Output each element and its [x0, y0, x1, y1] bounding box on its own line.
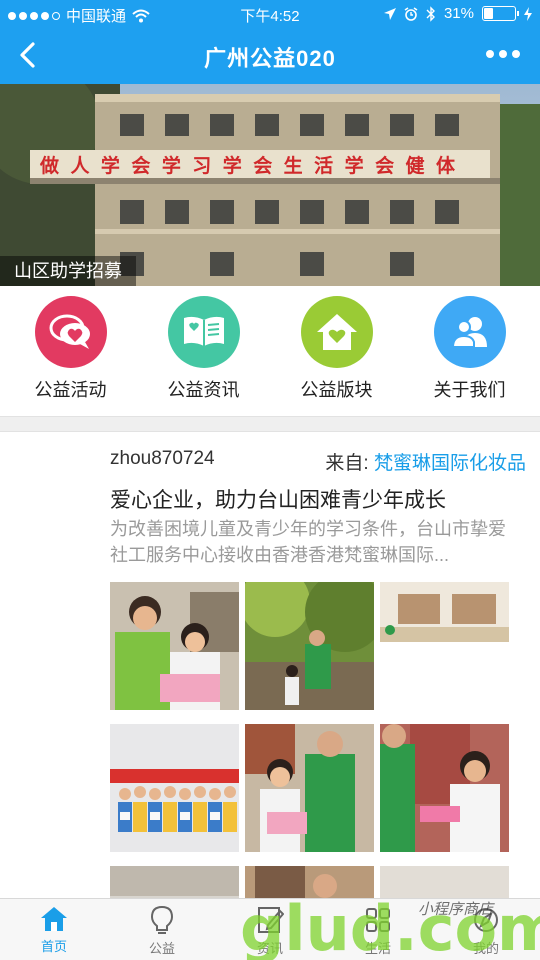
menu-label: 关于我们	[433, 380, 506, 400]
tab-charity[interactable]: 公益	[108, 899, 216, 960]
tab-bar: 首页 公益 资讯 生活 我的	[0, 898, 540, 960]
post-card[interactable]: zhou870724 来自: 梵蜜琳国际化妆品 爱心企业，助力台山困难青少年成长…	[0, 432, 540, 898]
tab-mine[interactable]: 我的	[432, 899, 540, 960]
quick-menu: 公益活动 公益资讯 公益版块 关于我们	[0, 286, 540, 416]
tab-label: 生活	[364, 941, 391, 956]
section-divider	[0, 416, 540, 432]
post-source: 来自: 梵蜜琳国际化妆品	[325, 448, 526, 475]
battery-icon	[482, 6, 519, 21]
charging-icon	[524, 6, 532, 21]
menu-label: 公益资讯	[167, 380, 240, 400]
post-photo[interactable]	[380, 866, 509, 898]
bluetooth-icon	[426, 5, 435, 22]
tab-news[interactable]: 资讯	[216, 899, 324, 960]
lightbulb-icon	[150, 905, 174, 934]
home-icon	[41, 907, 67, 931]
status-bar: 中国联通 下午4:52 31%	[0, 0, 540, 28]
status-right: 31%	[383, 5, 532, 22]
compass-icon	[474, 908, 498, 932]
page-title: 广州公益020	[204, 46, 336, 71]
post-photo[interactable]	[245, 866, 374, 898]
menu-label: 公益活动	[34, 380, 107, 400]
post-photo[interactable]	[110, 866, 239, 898]
post-photo[interactable]	[245, 724, 374, 852]
menu-charity-activities[interactable]: 公益活动	[11, 286, 131, 416]
banner-caption: 山区助学招募	[0, 256, 136, 286]
grid-icon	[366, 908, 390, 932]
banner-carousel[interactable]: 做人学会学习学会生活学会健体 山区助学招募	[0, 84, 540, 286]
tab-label: 首页	[40, 939, 67, 954]
tab-life[interactable]: 生活	[324, 899, 432, 960]
open-book-icon	[167, 296, 240, 368]
edit-note-icon	[258, 907, 284, 933]
post-username[interactable]: zhou870724	[110, 448, 215, 470]
post-meta: zhou870724 来自: 梵蜜琳国际化妆品	[110, 448, 526, 474]
users-icon	[433, 296, 506, 368]
source-prefix: 来自:	[325, 453, 369, 474]
post-photo[interactable]	[110, 582, 239, 710]
tab-label: 资讯	[256, 941, 283, 956]
more-dots-icon[interactable]	[486, 50, 520, 58]
menu-label: 公益版块	[300, 380, 373, 400]
house-heart-icon	[300, 296, 373, 368]
source-link[interactable]: 梵蜜琳国际化妆品	[374, 453, 526, 474]
menu-about-us[interactable]: 关于我们	[410, 286, 530, 416]
post-photo[interactable]	[380, 724, 509, 852]
tab-label: 公益	[148, 941, 175, 956]
menu-charity-news[interactable]: 公益资讯	[144, 286, 264, 416]
post-title[interactable]: 爱心企业，助力台山困难青少年成长	[110, 484, 446, 514]
heart-chat-icon	[34, 296, 107, 368]
nav-bar: 广州公益020	[0, 28, 540, 84]
post-photo[interactable]	[245, 582, 374, 710]
battery-fill	[484, 8, 493, 19]
post-description: 为改善困境儿童及青少年的学习条件，台山市挚爱社工服务中心接收由香港香港梵蜜琳国际…	[110, 519, 506, 565]
tab-home[interactable]: 首页	[0, 899, 108, 960]
alarm-icon	[404, 6, 418, 21]
top-bar: 中国联通 下午4:52 31% 广州公益020	[0, 0, 540, 84]
tab-label: 我的	[472, 941, 499, 956]
battery-percent: 31%	[443, 5, 474, 22]
location-arrow-icon	[383, 7, 396, 20]
menu-charity-sections[interactable]: 公益版块	[277, 286, 397, 416]
post-photo[interactable]	[380, 582, 509, 642]
post-photo[interactable]	[110, 724, 239, 852]
